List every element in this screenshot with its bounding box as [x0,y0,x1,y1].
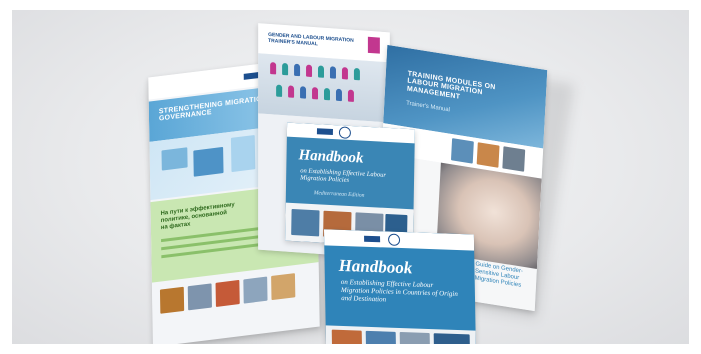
cover-figures-panel [258,53,390,123]
person-figure [282,62,289,76]
cover-photo [399,332,430,344]
person-figure [270,62,277,75]
cover-photo [187,283,212,311]
cover-photo [476,142,500,168]
person-figure [335,88,342,102]
cover-photo [215,279,240,307]
accent-block [367,36,380,54]
cover-photo [433,333,470,344]
cover-photo [271,273,296,301]
person-figure [329,66,336,79]
cover-photo [159,286,185,314]
person-figure [294,63,301,77]
handbook-title: Handbook [338,255,413,278]
cover-photo [243,276,268,304]
scene-background: STRENGTHENING MIGRATION GOVERNANCE На пу… [12,10,689,344]
person-figure [288,85,295,98]
iom-logo [338,126,352,139]
person-figure [300,86,307,99]
cover-photo-strip [325,325,477,344]
cover-photo [365,330,396,344]
osce-logo [316,128,333,136]
person-figure [318,65,324,78]
book-subtitle: Trainer's Manual [405,100,451,114]
person-figure [324,87,330,101]
book-header: GENDER AND LABOUR MIGRATION TRAINER'S MA… [268,31,354,48]
cover-photo [502,146,526,172]
cover-photo [291,208,320,237]
cover-photo [161,147,188,171]
person-figure [341,67,348,80]
cover-photo [193,146,224,177]
person-figure [353,67,360,81]
cover-photo [331,329,363,344]
handbook-subtitle: on Establishing Effective Labour Migrati… [340,277,458,304]
handbook-subtitle: on Establishing Effective Labour Migrati… [300,167,386,185]
handbook-title: Handbook [298,147,364,167]
book-handbook-origin-destination: Handbook on Establishing Effective Labou… [323,229,477,344]
person-figure [276,84,283,97]
person-figure [347,89,354,102]
person-figure [306,64,313,78]
osce-logo [364,235,381,243]
cover-photo [450,138,474,164]
book-handbook-mediterranean: Handbook on Establishing Effective Labou… [285,122,415,248]
person-figure [312,87,319,100]
cover-photo [230,134,256,173]
iom-logo [387,233,401,246]
handbook-edition: Mediterranean Edition [313,190,365,199]
